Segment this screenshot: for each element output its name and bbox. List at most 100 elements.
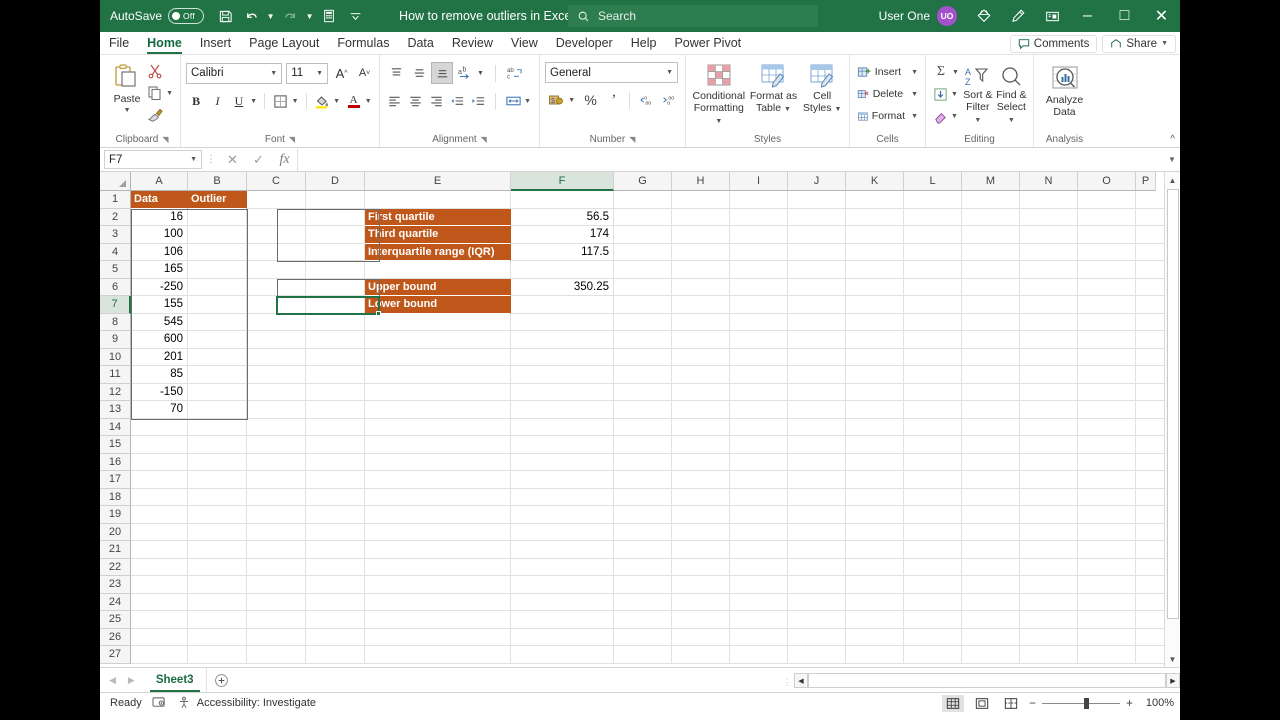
cell-F10[interactable] — [511, 348, 614, 366]
cell-L1[interactable] — [904, 191, 962, 209]
cell-K25[interactable] — [846, 611, 904, 629]
cell-A1[interactable]: Data — [131, 191, 188, 209]
cell-H16[interactable] — [672, 453, 730, 471]
cell-H13[interactable] — [672, 401, 730, 419]
cell-K17[interactable] — [846, 471, 904, 489]
cell-H2[interactable] — [672, 208, 730, 226]
cell-B8[interactable] — [188, 313, 247, 331]
accessibility-status[interactable]: Accessibility: Investigate — [177, 696, 316, 710]
cell-O16[interactable] — [1078, 453, 1136, 471]
cell-N20[interactable] — [1020, 523, 1078, 541]
cell-H20[interactable] — [672, 523, 730, 541]
cell-O15[interactable] — [1078, 436, 1136, 454]
cell-G16[interactable] — [614, 453, 672, 471]
tab-file[interactable]: File — [100, 32, 138, 54]
cell-G3[interactable] — [614, 226, 672, 244]
cell-H4[interactable] — [672, 243, 730, 261]
cell-F9[interactable] — [511, 331, 614, 349]
cell-C12[interactable] — [247, 383, 306, 401]
cell-J6[interactable] — [788, 278, 846, 296]
cell-F11[interactable] — [511, 366, 614, 384]
column-header-E[interactable]: E — [365, 172, 511, 191]
cell-C1[interactable] — [247, 191, 306, 209]
column-header-N[interactable]: N — [1020, 172, 1078, 191]
top-align-button[interactable] — [385, 62, 407, 84]
font-size-select[interactable]: 11 ▼ — [286, 62, 329, 84]
customize-qat-icon[interactable] — [343, 4, 367, 28]
cell-L7[interactable] — [904, 296, 962, 314]
cell-J17[interactable] — [788, 471, 846, 489]
cell-I19[interactable] — [730, 506, 788, 524]
increase-decimal-button[interactable]: 0.00 — [635, 89, 656, 111]
cell-K18[interactable] — [846, 488, 904, 506]
cell-J12[interactable] — [788, 383, 846, 401]
cell-D13[interactable] — [306, 401, 365, 419]
cell-F25[interactable] — [511, 611, 614, 629]
cell-O23[interactable] — [1078, 576, 1136, 594]
cell-J14[interactable] — [788, 418, 846, 436]
cell-E26[interactable] — [365, 628, 511, 646]
underline-button[interactable]: U — [229, 90, 249, 112]
cell-I2[interactable] — [730, 208, 788, 226]
zoom-level[interactable]: 100% — [1140, 697, 1174, 709]
present-icon[interactable] — [1035, 0, 1069, 32]
cell-M23[interactable] — [962, 576, 1020, 594]
tab-home[interactable]: Home — [138, 32, 191, 54]
document-title-area[interactable]: How to remove outliers in Excel ▼ — [399, 9, 589, 23]
align-left-button[interactable] — [385, 90, 405, 112]
select-all-corner[interactable] — [100, 172, 131, 191]
column-header-A[interactable]: A — [131, 172, 188, 191]
font-color-dropdown-icon[interactable]: ▼ — [365, 98, 374, 105]
cell-B6[interactable] — [188, 278, 247, 296]
cell-I26[interactable] — [730, 628, 788, 646]
cell-B24[interactable] — [188, 593, 247, 611]
cell-E2[interactable]: First quartile — [365, 208, 511, 226]
center-button[interactable] — [406, 90, 426, 112]
cell-F13[interactable] — [511, 401, 614, 419]
chevron-down-icon[interactable]: ▼ — [911, 91, 918, 98]
cell-G2[interactable] — [614, 208, 672, 226]
cell-K23[interactable] — [846, 576, 904, 594]
cell-N17[interactable] — [1020, 471, 1078, 489]
cell-D17[interactable] — [306, 471, 365, 489]
cell-B4[interactable] — [188, 243, 247, 261]
cell-H5[interactable] — [672, 261, 730, 279]
cell-D4[interactable] — [306, 243, 365, 261]
cell-B17[interactable] — [188, 471, 247, 489]
cell-K5[interactable] — [846, 261, 904, 279]
cell-C27[interactable] — [247, 646, 306, 664]
cell-D3[interactable] — [306, 226, 365, 244]
cell-H6[interactable] — [672, 278, 730, 296]
formula-input[interactable] — [297, 148, 1164, 171]
cell-N19[interactable] — [1020, 506, 1078, 524]
row-header-5[interactable]: 5 — [100, 261, 131, 279]
cell-M26[interactable] — [962, 628, 1020, 646]
copy-button[interactable]: ▼ — [145, 82, 175, 104]
cell-B16[interactable] — [188, 453, 247, 471]
cell-B3[interactable] — [188, 226, 247, 244]
column-header-O[interactable]: O — [1078, 172, 1136, 191]
row-header-9[interactable]: 9 — [100, 331, 131, 349]
cell-G8[interactable] — [614, 313, 672, 331]
column-header-B[interactable]: B — [188, 172, 247, 191]
chevron-down-icon[interactable]: ▼ — [834, 106, 841, 113]
underline-dropdown-icon[interactable]: ▼ — [250, 98, 259, 105]
cell-C6[interactable] — [247, 278, 306, 296]
cell-O2[interactable] — [1078, 208, 1136, 226]
cell-A7[interactable]: 155 — [131, 296, 188, 314]
cell-O26[interactable] — [1078, 628, 1136, 646]
cell-B15[interactable] — [188, 436, 247, 454]
cell-G14[interactable] — [614, 418, 672, 436]
cell-F21[interactable] — [511, 541, 614, 559]
cell-C24[interactable] — [247, 593, 306, 611]
formula-bar-expand-handle[interactable]: ⋮ — [202, 154, 220, 165]
cell-I5[interactable] — [730, 261, 788, 279]
cell-F5[interactable] — [511, 261, 614, 279]
cell-C22[interactable] — [247, 558, 306, 576]
cell-H25[interactable] — [672, 611, 730, 629]
decrease-indent-button[interactable] — [448, 90, 468, 112]
collapse-ribbon-icon[interactable]: ^ — [1170, 134, 1175, 145]
cell-H22[interactable] — [672, 558, 730, 576]
cell-B26[interactable] — [188, 628, 247, 646]
cell-M13[interactable] — [962, 401, 1020, 419]
